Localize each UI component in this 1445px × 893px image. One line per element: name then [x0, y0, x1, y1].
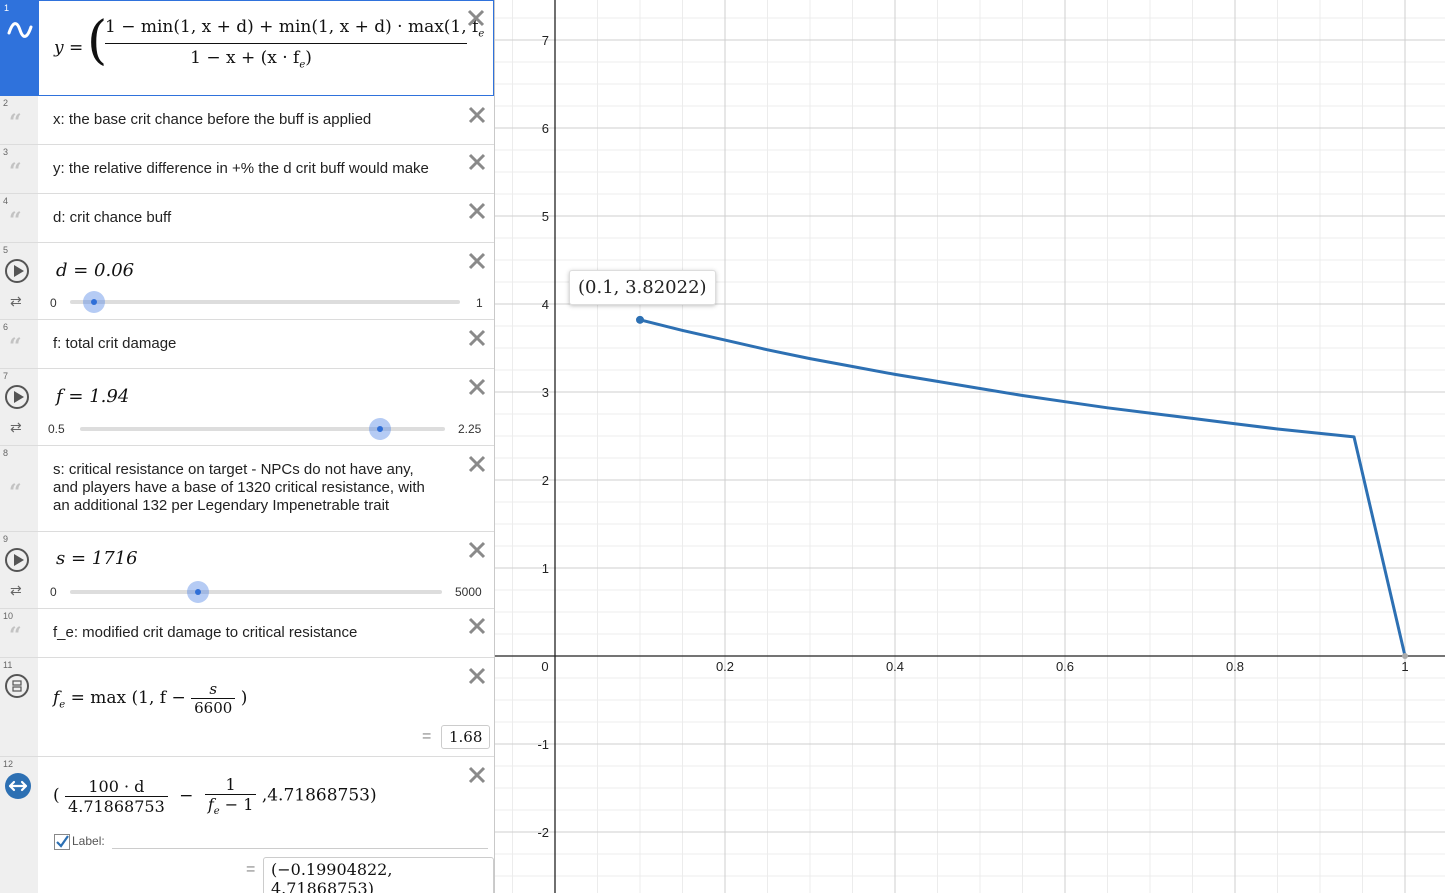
- row-gutter: 1: [1, 1, 39, 95]
- note-text[interactable]: d: crit chance buff: [53, 209, 171, 227]
- marked-point: [636, 315, 644, 324]
- slider-max: 5000: [455, 585, 482, 599]
- delete-icon[interactable]: [468, 329, 486, 347]
- note-icon: “: [9, 623, 22, 649]
- delete-icon[interactable]: [468, 766, 486, 784]
- y-tick-label: 6: [542, 121, 549, 136]
- fraction-denominator: 1 − x + (x · fe): [190, 48, 312, 71]
- play-icon[interactable]: [5, 259, 29, 283]
- label-caption: Label:: [72, 834, 105, 848]
- delete-icon[interactable]: [468, 202, 486, 220]
- point-drag-icon[interactable]: [5, 773, 31, 799]
- expression-row-4[interactable]: 4 “ d: crit chance buff: [0, 194, 494, 243]
- slider-thumb[interactable]: [187, 581, 209, 603]
- slider-min: 0: [50, 296, 57, 310]
- y-tick-label: 1: [542, 561, 549, 576]
- delete-icon[interactable]: [468, 106, 486, 124]
- y-tick-label: 3: [542, 385, 549, 400]
- note-icon: “: [9, 208, 22, 234]
- y-tick-label: 4: [542, 297, 549, 312]
- note-icon: “: [9, 159, 22, 185]
- expression-row-7[interactable]: 7 ⇄ f = 1.94 0.5 2.25: [0, 369, 494, 446]
- graph-canvas[interactable]: 0 0.2 0.4 0.6 0.8 1 -2 -1 1 2 3 4 5 6 7: [495, 0, 1445, 893]
- expression-row-8[interactable]: 8 “ s: critical resistance on target - NP…: [0, 446, 494, 532]
- slider-track[interactable]: [70, 590, 442, 594]
- series-endpoint: [1402, 653, 1408, 659]
- equation-lhs: y =: [54, 38, 84, 58]
- expression-row-2[interactable]: 2 “ x: the base crit chance before the bu…: [0, 96, 494, 145]
- point-coordinate-tooltip: (0.1, 3.82022): [569, 270, 716, 305]
- expression-row-3[interactable]: 3 “ y: the relative difference in +% the …: [0, 145, 494, 194]
- slider-max: 2.25: [458, 422, 482, 436]
- expression-row-9[interactable]: 9 ⇄ s = 1716 0 5000: [0, 532, 494, 609]
- slider-max: 1: [476, 296, 483, 310]
- delete-icon[interactable]: [468, 252, 486, 270]
- label-checkbox[interactable]: [54, 834, 70, 850]
- expression-row-11[interactable]: 11 fe = max (1, f − s 6600 ) = 1.68: [0, 658, 494, 757]
- play-icon[interactable]: [5, 548, 29, 572]
- slider-min: 0.5: [48, 422, 65, 436]
- evaluation-result: 1.68: [441, 725, 491, 749]
- expression-row-1[interactable]: 1 y = ( 1 − min(1, x + d) + min(1, x + d…: [0, 0, 494, 96]
- x-tick-label: 0.2: [716, 659, 734, 674]
- loop-icon[interactable]: ⇄: [10, 582, 22, 599]
- delete-icon[interactable]: [468, 667, 486, 685]
- y-tick-label: 7: [542, 33, 549, 48]
- delete-icon[interactable]: [468, 153, 486, 171]
- delete-icon[interactable]: [468, 378, 486, 396]
- delete-icon[interactable]: [468, 455, 486, 473]
- expression-row-5[interactable]: 5 ⇄ d = 0.06 0 1: [0, 243, 494, 320]
- slider-equation[interactable]: s = 1716: [56, 548, 138, 569]
- note-text[interactable]: f_e: modified crit damage to critical re…: [53, 624, 357, 642]
- x-tick-label: 0: [541, 659, 548, 674]
- expression-row-10[interactable]: 10 “ f_e: modified crit damage to critica…: [0, 609, 494, 658]
- delete-icon[interactable]: [468, 541, 486, 559]
- y-tick-label: 5: [542, 209, 549, 224]
- note-text[interactable]: x: the base crit chance before the buff …: [53, 111, 371, 129]
- note-text[interactable]: f: total crit damage: [53, 335, 176, 353]
- point-expression[interactable]: ( 100 · d 4.71868753 − 1 fe − 1 ,4.7186875…: [53, 775, 377, 817]
- note-text[interactable]: y: the relative difference in +% the d c…: [53, 160, 429, 178]
- main-fraction: 1 − min(1, x + d) + min(1, x + d) · max(…: [105, 17, 484, 71]
- fe-equation[interactable]: fe = max (1, f − s 6600 ): [53, 680, 247, 717]
- expression-row-12[interactable]: 12 ( 100 · d 4.71868753 − 1 fe − 1 ,4.7186…: [0, 757, 494, 893]
- slider-thumb[interactable]: [369, 418, 391, 440]
- y-tick-label: -2: [537, 825, 549, 840]
- note-icon: “: [9, 334, 22, 360]
- x-tick-label: 0.6: [1056, 659, 1074, 674]
- x-tick-label: 1: [1401, 659, 1408, 674]
- expression-row-6[interactable]: 6 “ f: total crit damage: [0, 320, 494, 369]
- delete-icon[interactable]: [468, 617, 486, 635]
- slider-min: 0: [50, 585, 57, 599]
- row-index: 1: [4, 3, 10, 13]
- delete-icon[interactable]: [467, 9, 485, 27]
- note-icon: “: [9, 110, 22, 136]
- y-tick-label: 2: [542, 473, 549, 488]
- y-tick-label: -1: [537, 737, 549, 752]
- expression-list: 1 y = ( 1 − min(1, x + d) + min(1, x + d…: [0, 0, 495, 893]
- note-icon: “: [9, 480, 22, 506]
- loop-icon[interactable]: ⇄: [10, 419, 22, 436]
- evaluation-result: (−0.19904822, 4.71868753): [263, 857, 494, 893]
- slider-equation[interactable]: f = 1.94: [56, 386, 129, 407]
- note-text[interactable]: s: critical resistance on target - NPCs …: [53, 461, 425, 515]
- slider-equation[interactable]: d = 0.06: [56, 260, 134, 281]
- x-tick-label: 0.4: [886, 659, 904, 674]
- label-input[interactable]: [112, 848, 488, 849]
- loop-icon[interactable]: ⇄: [10, 293, 22, 310]
- x-tick-label: 0.8: [1226, 659, 1244, 674]
- table-icon[interactable]: [5, 674, 29, 698]
- play-icon[interactable]: [5, 385, 29, 409]
- graph-line-icon[interactable]: [7, 19, 33, 46]
- fraction-numerator: 1 − min(1, x + d) + min(1, x + d) · max(…: [105, 17, 484, 45]
- slider-track[interactable]: [70, 300, 460, 304]
- slider-thumb[interactable]: [83, 291, 105, 313]
